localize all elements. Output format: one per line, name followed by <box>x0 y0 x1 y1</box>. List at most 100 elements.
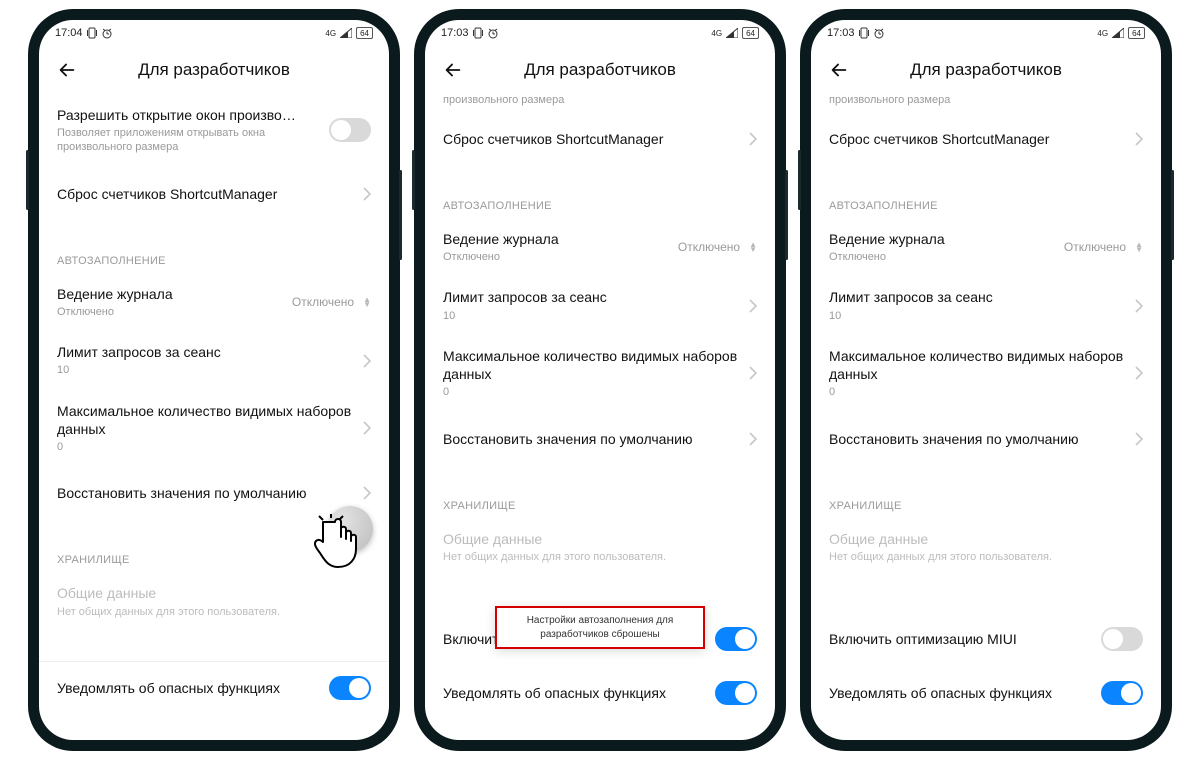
row-subtitle: Отключено <box>829 250 1064 264</box>
section-autofill: АВТОЗАПОЛНЕНИЕ <box>425 180 775 218</box>
toast-message: Настройки автозаполнения для разработчик… <box>495 606 705 649</box>
screen: 17:03 4G 64 Для разработчиков произвольн… <box>425 20 775 740</box>
row-allow-freeform-windows[interactable]: Разрешить открытие окон произво… Позволя… <box>39 94 389 167</box>
updown-icon: ▲▼ <box>749 242 757 252</box>
signal-icon <box>726 28 738 38</box>
toggle-miui-opt[interactable] <box>715 627 757 651</box>
row-value: Отключено <box>1064 240 1126 254</box>
arrow-left-icon <box>828 59 850 81</box>
row-subtitle: Нет общих данных для этого пользователя. <box>443 550 757 564</box>
chevron-right-icon <box>749 299 757 313</box>
row-title: Восстановить значения по умолчанию <box>443 430 749 448</box>
section-autofill: АВТОЗАПОЛНЕНИЕ <box>811 180 1161 218</box>
chevron-right-icon <box>363 354 371 368</box>
row-reset-shortcut-counters[interactable]: Сброс счетчиков ShortcutManager <box>39 167 389 221</box>
title-bar: Для разработчиков <box>39 46 389 94</box>
row-reset-shortcut-counters[interactable]: Сброс счетчиков ShortcutManager <box>811 112 1161 166</box>
page-title: Для разработчиков <box>857 60 1115 80</box>
row-danger-notify[interactable]: Уведомлять об опасных функциях <box>39 661 389 715</box>
chevron-right-icon <box>1135 366 1143 380</box>
vibrate-icon <box>473 27 483 39</box>
row-restore-defaults[interactable]: Восстановить значения по умолчанию <box>425 412 775 466</box>
row-partial-subtitle: произвольного размера <box>425 94 775 112</box>
row-title: Сброс счетчиков ShortcutManager <box>443 130 749 148</box>
row-max-visible-datasets[interactable]: Максимальное количество видимых наборов … <box>811 335 1161 412</box>
row-title: Восстановить значения по умолчанию <box>829 430 1135 448</box>
toggle-danger-notify[interactable] <box>1101 681 1143 705</box>
battery-icon: 64 <box>1128 27 1145 39</box>
row-partial-subtitle: произвольного размера <box>811 94 1161 112</box>
settings-list[interactable]: произвольного размера Сброс счетчиков Sh… <box>811 94 1161 740</box>
row-max-visible-datasets[interactable]: Максимальное количество видимых наборов … <box>39 390 389 467</box>
back-button[interactable] <box>49 52 85 88</box>
row-danger-notify[interactable]: Уведомлять об опасных функциях <box>425 666 775 720</box>
row-reset-shortcut-counters[interactable]: Сброс счетчиков ShortcutManager <box>425 112 775 166</box>
signal-icon <box>340 28 352 38</box>
chevron-right-icon <box>1135 132 1143 146</box>
row-subtitle: Отключено <box>57 305 292 319</box>
row-title: Сброс счетчиков ShortcutManager <box>57 185 363 203</box>
alarm-icon <box>487 27 499 39</box>
toggle-allow-freeform[interactable] <box>329 118 371 142</box>
chevron-right-icon <box>1135 432 1143 446</box>
row-miui-optimization[interactable]: Включить оптимизацию MIUI <box>811 612 1161 666</box>
status-bar: 17:03 4G 64 <box>425 20 775 46</box>
floating-assistive-button[interactable] <box>327 506 373 552</box>
row-subtitle: Нет общих данных для этого пользователя. <box>829 550 1143 564</box>
back-button[interactable] <box>821 52 857 88</box>
title-bar: Для разработчиков <box>425 46 775 94</box>
back-button[interactable] <box>435 52 471 88</box>
alarm-icon <box>873 27 885 39</box>
row-logging[interactable]: Ведение журнала Отключено Отключено ▲▼ <box>811 218 1161 276</box>
row-restore-defaults[interactable]: Восстановить значения по умолчанию <box>811 412 1161 466</box>
row-title: Сброс счетчиков ShortcutManager <box>829 130 1135 148</box>
row-title: Лимит запросов за сеанс <box>57 343 363 361</box>
chevron-right-icon <box>749 132 757 146</box>
phone-frame-3: 17:03 4G 64 Для разработчиков произвольн… <box>801 10 1171 750</box>
toast-line2: разработчиков сброшены <box>515 628 685 642</box>
row-logging[interactable]: Ведение журнала Отключено Отключено ▲▼ <box>39 273 389 331</box>
row-title: Уведомлять об опасных функциях <box>443 684 715 702</box>
vibrate-icon <box>87 27 97 39</box>
status-network: 4G <box>1097 29 1108 38</box>
row-max-visible-datasets[interactable]: Максимальное количество видимых наборов … <box>425 335 775 412</box>
settings-list[interactable]: Разрешить открытие окон произво… Позволя… <box>39 94 389 740</box>
status-network: 4G <box>711 29 722 38</box>
section-storage: ХРАНИЛИЩЕ <box>811 480 1161 518</box>
page-title: Для разработчиков <box>85 60 343 80</box>
battery-icon: 64 <box>742 27 759 39</box>
row-subtitle: 0 <box>829 385 1135 399</box>
row-shared-data: Общие данные Нет общих данных для этого … <box>425 518 775 576</box>
row-subtitle: 10 <box>829 309 1135 323</box>
section-storage: ХРАНИЛИЩЕ <box>425 480 775 518</box>
chevron-right-icon <box>749 366 757 380</box>
updown-icon: ▲▼ <box>1135 242 1143 252</box>
row-title: Общие данные <box>829 530 1143 548</box>
signal-icon <box>1112 28 1124 38</box>
row-title: Максимальное количество видимых наборов … <box>443 347 749 383</box>
arrow-left-icon <box>442 59 464 81</box>
toast-line1: Настройки автозаполнения для <box>515 614 685 628</box>
page-title: Для разработчиков <box>471 60 729 80</box>
phone-frame-1: 17:04 4G 64 Для разработчиков Разрешить … <box>29 10 399 750</box>
row-danger-notify[interactable]: Уведомлять об опасных функциях <box>811 666 1161 720</box>
row-subtitle: 0 <box>443 385 749 399</box>
toggle-danger-notify[interactable] <box>715 681 757 705</box>
row-logging[interactable]: Ведение журнала Отключено Отключено ▲▼ <box>425 218 775 276</box>
arrow-left-icon <box>56 59 78 81</box>
row-value: Отключено <box>292 295 354 309</box>
row-title: Лимит запросов за сеанс <box>443 288 749 306</box>
alarm-icon <box>101 27 113 39</box>
row-request-limit[interactable]: Лимит запросов за сеанс 10 <box>39 331 389 389</box>
status-bar: 17:04 4G 64 <box>39 20 389 46</box>
screen: 17:03 4G 64 Для разработчиков произвольн… <box>811 20 1161 740</box>
chevron-right-icon <box>363 421 371 435</box>
toggle-miui-opt[interactable] <box>1101 627 1143 651</box>
row-request-limit[interactable]: Лимит запросов за сеанс 10 <box>425 276 775 334</box>
row-request-limit[interactable]: Лимит запросов за сеанс 10 <box>811 276 1161 334</box>
row-title: Включить оптимизацию MIUI <box>829 630 1101 648</box>
chevron-right-icon <box>363 486 371 500</box>
row-shared-data: Общие данные Нет общих данных для этого … <box>811 518 1161 576</box>
toggle-danger-notify[interactable] <box>329 676 371 700</box>
row-subtitle: Нет общих данных для этого пользователя. <box>57 605 371 619</box>
